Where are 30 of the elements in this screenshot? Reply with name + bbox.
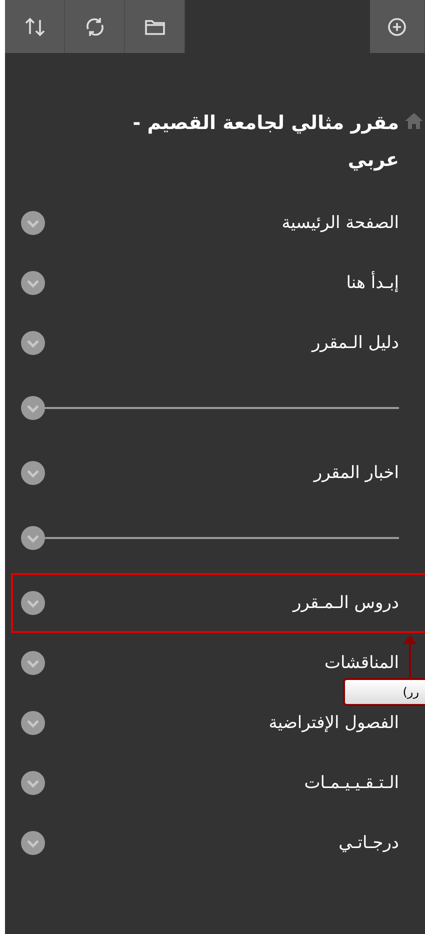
add-button[interactable] — [370, 0, 425, 53]
course-title[interactable]: مقرر مثالي لجامعة القصيم - عربي — [109, 103, 399, 193]
menu-link[interactable]: درجـاتـي — [338, 833, 399, 853]
menu-link[interactable]: اخبار المقرر — [314, 463, 399, 483]
menu-link[interactable]: إبـدأ هنا — [346, 273, 399, 293]
sort-icon — [24, 16, 46, 38]
sort-button[interactable] — [5, 0, 65, 53]
chevron-icon[interactable] — [21, 271, 45, 295]
chevron-icon[interactable] — [21, 211, 45, 235]
folder-button[interactable] — [125, 0, 185, 53]
chevron-icon[interactable] — [21, 651, 45, 675]
chevron-icon[interactable] — [21, 771, 45, 795]
chevron-icon[interactable] — [21, 396, 45, 420]
chevron-icon[interactable] — [21, 526, 45, 550]
menu-link[interactable]: الفصول الإفتراضية — [268, 713, 399, 733]
menu-link[interactable]: دليل الـمقرر — [312, 333, 399, 353]
menu-link[interactable]: الصفحة الرئيسية — [282, 213, 399, 233]
chevron-icon[interactable] — [21, 831, 45, 855]
chevron-icon[interactable] — [21, 331, 45, 355]
refresh-button[interactable] — [65, 0, 125, 53]
menu-link[interactable]: الـتـقـيـيـمـات — [304, 773, 399, 793]
refresh-icon — [84, 16, 106, 38]
menu-link[interactable]: دروس الـمـقرر — [292, 593, 399, 613]
chevron-icon[interactable] — [21, 711, 45, 735]
chevron-icon[interactable] — [21, 461, 45, 485]
callout-tooltip: رر) — [343, 678, 425, 706]
chevron-icon[interactable] — [21, 591, 45, 615]
menu-link[interactable]: المناقشات — [324, 653, 399, 673]
arrow-icon — [402, 635, 418, 679]
add-icon — [387, 16, 407, 36]
